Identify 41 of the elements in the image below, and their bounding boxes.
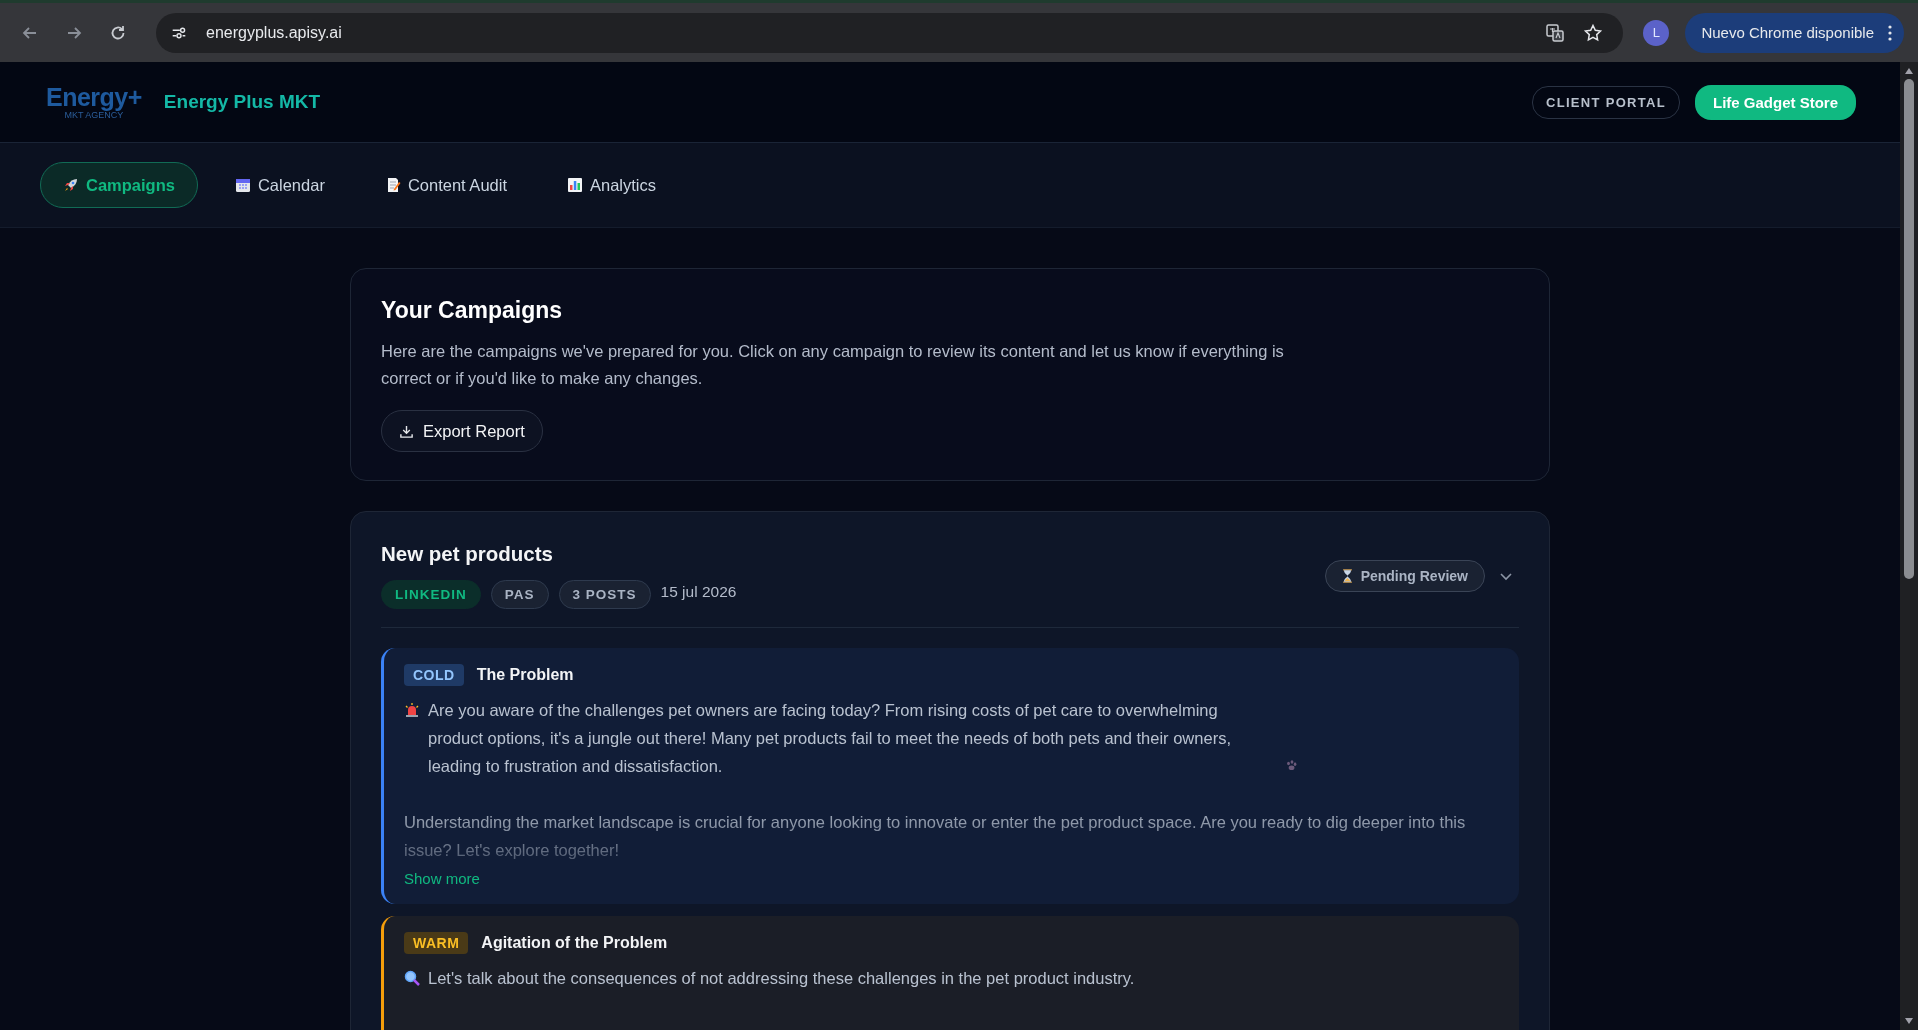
nav-tab[interactable]: Calendar	[211, 162, 348, 208]
siren-icon	[404, 702, 420, 718]
campaign-tag: LINKEDIN	[381, 580, 481, 609]
campaign-date: 15 jul 2026	[660, 582, 737, 601]
calendar-icon	[234, 177, 251, 193]
update-chrome-button[interactable]: Nuevo Chrome disponible	[1685, 12, 1904, 53]
post-paragraph: Are you aware of the challenges pet owners are facing today? From rising costs of pet care to overwhelming product options, it's a jungle out there! Many pet products fail to meet the needs of both pets and their owners, leading to frustration and dissatisfaction.	[428, 700, 1232, 777]
scroll-up-icon	[1904, 67, 1914, 75]
download-icon	[399, 423, 414, 439]
brand-name: Energy Plus MKT	[163, 91, 321, 113]
scrollbar[interactable]	[1900, 62, 1918, 1030]
kebab-menu-icon	[1888, 24, 1892, 41]
stage-badge: COLD	[404, 664, 464, 686]
campaign-card[interactable]	[350, 511, 1550, 1030]
status-badge: Pending Review	[1324, 559, 1485, 592]
profile-avatar[interactable]: L	[1643, 19, 1670, 46]
nav-tab[interactable]: Analytics	[544, 162, 679, 208]
magnifier-icon	[404, 970, 420, 986]
post-paragraph: Understanding the market landscape is crucial for anyone looking to innovate or enter the pet product space. Are you ready to dig deeper into this issue? Let's explore together!	[404, 812, 1467, 861]
post-paragraph: Let's talk about the consequences of not addressing these challenges in the pet product industry.	[428, 968, 1136, 989]
nav-tab[interactable]: Campaigns	[40, 162, 198, 208]
paw-prints-icon	[1285, 759, 1299, 773]
campaign-title: New pet products	[381, 542, 554, 566]
scroll-down-icon	[1904, 1017, 1914, 1025]
intro-text: Here are the campaigns we've prepared for you. Click on any campaign to review its content and let us know if everything is correct or if you'd like to make any changes.	[381, 341, 1285, 389]
bar-chart-icon	[567, 177, 583, 193]
campaign-tag: 3 POSTS	[558, 580, 651, 609]
show-more-link[interactable]: Show more	[404, 870, 480, 887]
post-title: Agitation of the Problem	[481, 934, 668, 952]
client-portal-badge: CLIENT PORTAL	[1532, 85, 1680, 119]
post-title: The Problem	[476, 666, 574, 684]
page-title: Your Campaigns	[381, 297, 564, 324]
star-icon[interactable]	[1583, 22, 1604, 43]
export-report-button[interactable]: Export Report	[381, 410, 543, 452]
address-bar[interactable]: energyplus.apisy.ai	[156, 12, 1624, 53]
translate-icon[interactable]	[1545, 22, 1566, 43]
nav-tab[interactable]: Content Audit	[361, 162, 530, 208]
hourglass-icon	[1341, 568, 1353, 583]
campaign-tag: PAS	[490, 580, 549, 609]
stage-badge: WARM	[404, 932, 469, 954]
rocket-icon	[63, 177, 79, 193]
